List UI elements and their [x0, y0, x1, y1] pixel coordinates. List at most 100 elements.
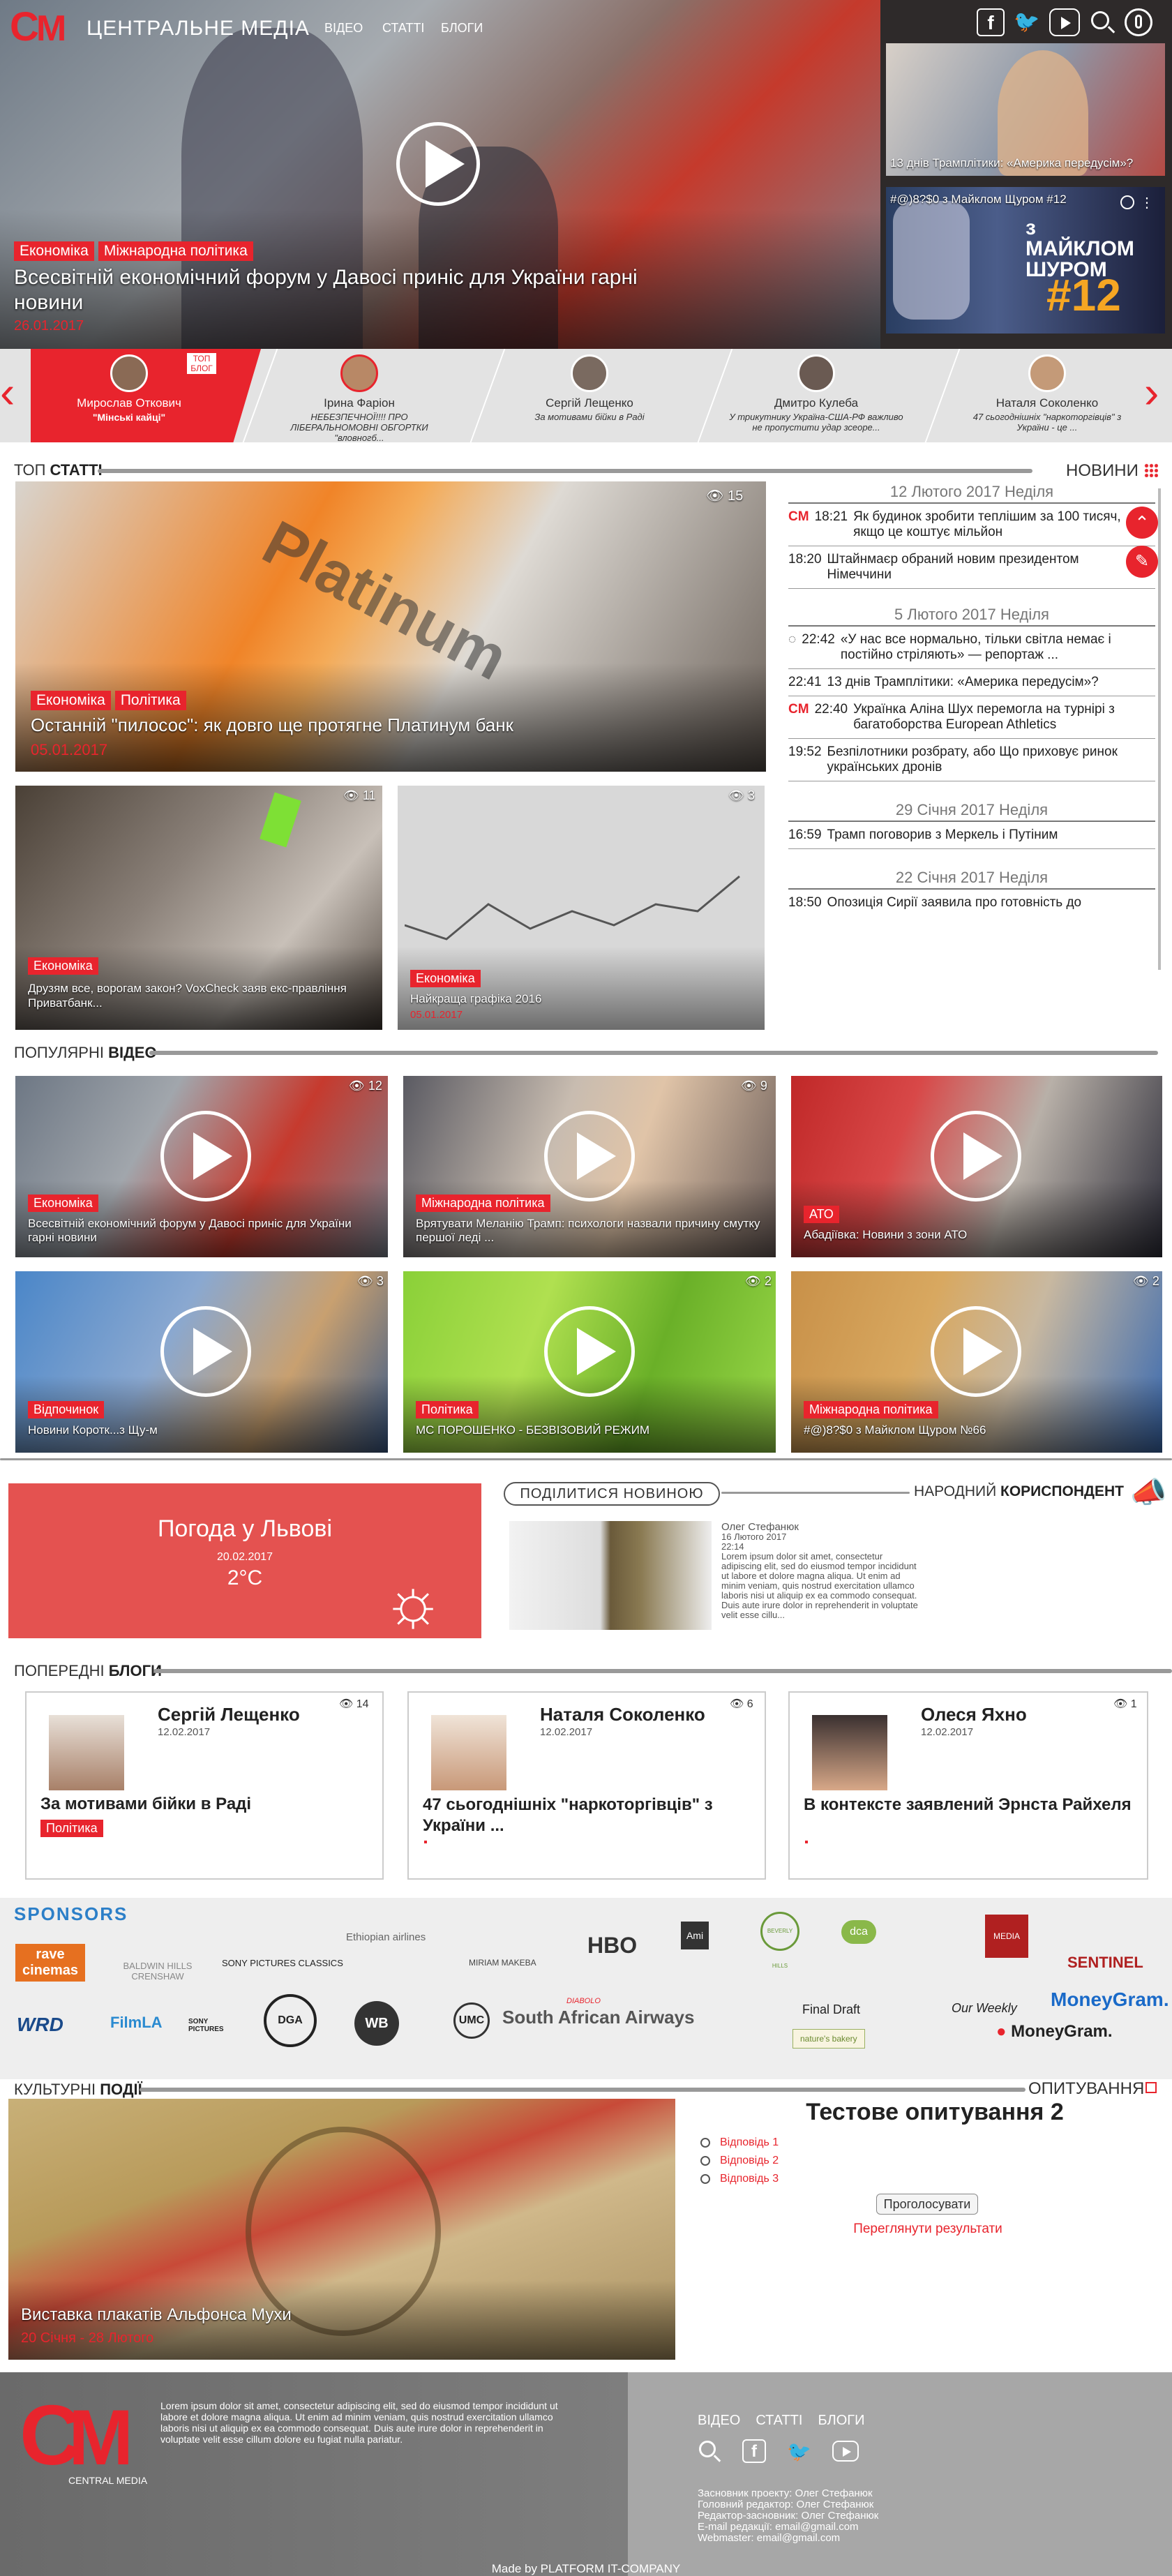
made-by[interactable]: Made by PLATFORM IT-COMPANY — [0, 2562, 1172, 2576]
video-tag[interactable]: Політика — [416, 1401, 479, 1418]
blogger-card[interactable]: ТОП БЛОГ Мирослав Откович "Мінські кайці… — [42, 353, 216, 440]
sponsor-logo[interactable]: Final Draft — [802, 2002, 860, 2017]
sponsor-logo[interactable]: DIABOLO — [566, 1997, 650, 2005]
play-button[interactable] — [160, 1111, 251, 1201]
top-article-2[interactable]: 👁 11 Економіка Друзям все, ворогам закон… — [15, 786, 382, 1030]
tag-politics[interactable]: Політика — [114, 691, 186, 710]
news-item[interactable]: ◌ 22:42 «У нас все нормально, тільки світл… — [788, 632, 1155, 663]
play-button[interactable] — [544, 1306, 635, 1397]
nav-articles[interactable]: СТАТТІ — [382, 21, 424, 36]
radio-button[interactable] — [700, 2155, 710, 2166]
sponsor-logo[interactable]: South African Airways — [502, 2007, 694, 2028]
footer-nav-blogs[interactable]: БЛОГИ — [818, 2413, 864, 2429]
video-title[interactable]: Новини Коротк...з Щу-м — [28, 1423, 377, 1437]
video-tag[interactable]: Відпочинок — [28, 1401, 105, 1418]
hero-tag-economy[interactable]: Економіка — [14, 241, 94, 261]
side-video-2[interactable]: з МАЙКЛОМ ШУРОМ #12 #@)8?$0 з Майклом Щу… — [886, 187, 1165, 334]
video-tag[interactable]: Міжнародна політика — [804, 1401, 938, 1418]
blog-card[interactable]: Наталя Соколенко 12.02.2017 👁 6 47 сього… — [407, 1691, 766, 1880]
video-title[interactable]: МС ПОРОШЕНКО - БЕЗВІЗОВИЙ РЕЖИМ — [416, 1423, 765, 1437]
hero-title[interactable]: Всесвітній економічний форум у Давосі пр… — [14, 265, 670, 315]
tag-economy[interactable]: Економіка — [31, 691, 111, 710]
popular-video[interactable]: 👁 2 Політика МС ПОРОШЕНКО - БЕЗВІЗОВИЙ Р… — [403, 1271, 776, 1453]
sponsor-logo[interactable]: DGA — [264, 1994, 317, 2047]
news-scrollbar[interactable] — [1158, 488, 1161, 970]
sponsor-logo[interactable]: nature's bakery — [792, 2029, 865, 2049]
blogger-card[interactable]: Сергій Лещенко За мотивами бійки в Раді — [502, 353, 677, 440]
poll-option[interactable]: Відповідь 1 — [700, 2136, 779, 2149]
video-title[interactable]: Врятувати Меланію Трамп: психологи назва… — [416, 1217, 765, 1245]
news-item[interactable]: CM 22:40 Українка Аліна Шух перемогла на т… — [788, 702, 1155, 733]
news-item[interactable]: 22:41 13 днів Трамплітики: «Америка перед… — [788, 675, 1155, 690]
play-button[interactable] — [160, 1306, 251, 1397]
correspondent-post[interactable]: Олег Стефанюк 16 Лютого 2017 22:14 Lorem… — [721, 1522, 924, 1620]
youtube-icon[interactable] — [1049, 8, 1080, 36]
sponsor-logo[interactable]: WRD — [17, 2014, 63, 2036]
radio-button[interactable] — [700, 2173, 710, 2184]
share-news-button[interactable]: ПОДІЛИТИСЯ НОВИНОЮ — [504, 1482, 720, 1506]
article-title[interactable]: Найкраща графіка 2016 — [410, 992, 541, 1006]
tag-economy[interactable]: Економіка — [410, 970, 481, 987]
credit-line[interactable]: E-mail редакції: email@gmail.com — [698, 2522, 878, 2533]
video-title[interactable]: Всесвітній економічний форум у Давосі пр… — [28, 1217, 377, 1245]
video-title[interactable]: #@)8?$0 з Майклом Щуром №66 — [804, 1423, 1152, 1437]
sponsor-logo[interactable]: BALDWIN HILLS CRENSHAW — [109, 1961, 206, 1982]
site-logo[interactable]: CM — [10, 4, 87, 50]
culture-event[interactable]: Виставка плакатів Альфонса Мухи 20 Січня… — [8, 2099, 675, 2360]
sponsor-logo[interactable]: dca — [841, 1920, 876, 1944]
credit-line[interactable]: Webmaster: email@gmail.com — [698, 2533, 878, 2544]
blogger-card[interactable]: Ірина Фаріон НЕБЕЗПЕЧНОЇ!!!! ПРО ЛІБЕРАЛ… — [272, 353, 446, 443]
popular-video[interactable]: 👁 9 Міжнародна політика Врятувати Мелані… — [403, 1076, 776, 1257]
hero-tag-international[interactable]: Міжнародна політика — [98, 241, 253, 261]
view-results-link[interactable]: Переглянути результати — [698, 2222, 1158, 2237]
sponsor-logo[interactable]: HBO — [587, 1933, 637, 1959]
sponsor-logo[interactable]: SONY PICTURES CLASSICS — [222, 1958, 343, 1968]
side-video-1[interactable]: 13 днів Трамплітики: «Америка передусім»… — [886, 43, 1165, 176]
twitter-icon[interactable]: 🐦 — [1013, 8, 1041, 36]
blogger-next-arrow[interactable]: › — [1144, 370, 1159, 414]
sponsor-logo[interactable]: FilmLA — [110, 2014, 163, 2032]
news-item[interactable]: 18:20 Штайнмаєр обраний новим президентом… — [788, 552, 1155, 583]
sponsor-logo[interactable]: MEDIA — [985, 1915, 1028, 1958]
video-tag[interactable]: Економіка — [28, 1195, 98, 1212]
play-button[interactable] — [544, 1111, 635, 1201]
popular-video[interactable]: АТО Абадіївка: Новини з зони АТО — [791, 1076, 1162, 1257]
video-tag[interactable]: Міжнародна політика — [416, 1195, 550, 1212]
top-article-3[interactable]: 👁 3 Економіка Найкраща графіка 2016 05.0… — [398, 786, 765, 1030]
search-icon[interactable] — [1088, 8, 1116, 36]
sponsor-logo[interactable]: WB — [354, 2001, 399, 2046]
poll-option[interactable]: Відповідь 3 — [700, 2173, 779, 2185]
news-item[interactable]: 16:59 Трамп поговорив з Меркель і Путіним — [788, 828, 1155, 843]
video-title[interactable]: Абадіївка: Новини з зони АТО — [804, 1228, 1152, 1242]
article-title[interactable]: Друзям все, ворогам закон? VoxCheck заяв… — [28, 981, 377, 1010]
user-icon[interactable] — [1125, 8, 1152, 36]
facebook-icon[interactable]: f — [977, 8, 1005, 36]
blog-card[interactable]: Сергій Лещенко 12.02.2017 👁 14 За мотива… — [25, 1691, 384, 1880]
sponsor-logo[interactable]: SENTINEL — [1067, 1954, 1143, 1972]
blogger-prev-arrow[interactable]: ‹ — [0, 370, 15, 414]
radio-button[interactable] — [700, 2137, 710, 2148]
popular-video[interactable]: 👁 2 Міжнародна політика #@)8?$0 з Майкло… — [791, 1271, 1162, 1453]
nav-blogs[interactable]: БЛОГИ — [441, 21, 483, 36]
play-button[interactable] — [931, 1306, 1021, 1397]
news-item[interactable]: CM 18:21 Як будинок зробити теплішим за 10… — [788, 509, 1155, 540]
sponsor-logo[interactable]: MIRIAM MAKEBA — [469, 1958, 536, 1968]
facebook-icon[interactable]: f — [742, 2439, 766, 2463]
footer-logo[interactable]: CM CENTRAL MEDIA — [20, 2388, 152, 2486]
site-title[interactable]: ЦЕНТРАЛЬНЕ МЕДІА — [87, 17, 310, 40]
footer-nav-video[interactable]: ВІДЕО — [698, 2413, 740, 2429]
article-title[interactable]: Останній "пилосос": як довго ще протягне… — [31, 714, 513, 736]
culture-event-title[interactable]: Виставка плакатів Альфонса Мухи — [21, 2305, 292, 2325]
popular-video[interactable]: 👁 12 Економіка Всесвітній економічний фо… — [15, 1076, 388, 1257]
news-item[interactable]: 19:52 Безпілотники розбрату, або Що прихо… — [788, 744, 1155, 775]
top-article-main[interactable]: Platinum 👁 15 Економіка Політика Останній… — [15, 481, 766, 772]
blog-tag[interactable]: Політика — [40, 1820, 103, 1837]
search-icon[interactable] — [698, 2439, 721, 2463]
popular-video[interactable]: 👁 3 Відпочинок Новини Коротк...з Щу-м — [15, 1271, 388, 1453]
side-video-2-caption[interactable]: #@)8?$0 з Майклом Щуром #12 — [890, 193, 1067, 207]
sponsor-logo[interactable]: SONY PICTURES — [188, 2018, 224, 2033]
grid-icon[interactable] — [1144, 463, 1158, 477]
blogger-card[interactable]: Дмитро Кулеба У трикутнику Україна-США-Р… — [726, 353, 907, 440]
twitter-icon[interactable]: 🐦 — [787, 2440, 811, 2463]
moneygram-logo[interactable]: ● nature's bakeryMoneyGram. — [996, 2022, 1113, 2042]
